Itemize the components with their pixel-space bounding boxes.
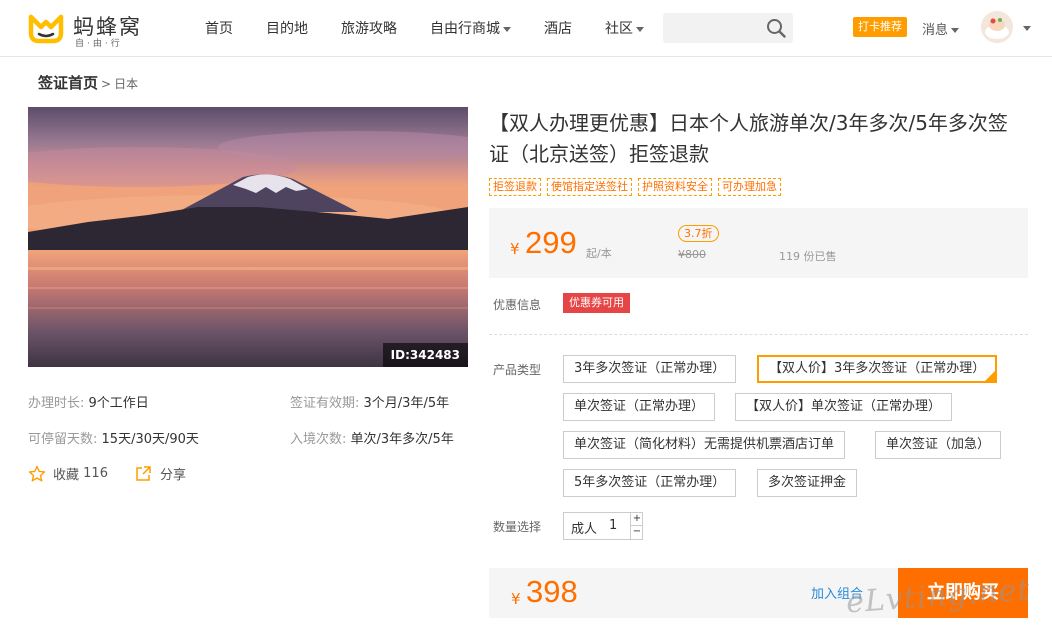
chevron-down-icon — [503, 26, 511, 32]
chevron-down-icon — [951, 28, 960, 33]
logo[interactable]: 蚂蜂窝 自·由·行 — [27, 11, 157, 49]
option-multiple-deposit[interactable]: 多次签证押金 — [757, 469, 858, 497]
favorite-count: 116 — [83, 466, 108, 481]
messages-menu[interactable]: 消息 — [922, 19, 960, 38]
price-value: 299 — [525, 225, 577, 260]
selected-check-icon — [985, 371, 996, 381]
messages-label: 消息 — [922, 23, 949, 38]
nav-community-label: 社区 — [605, 21, 633, 37]
product-type-label: 产品类型 — [493, 363, 542, 377]
total-currency-symbol: ¥ — [511, 590, 521, 608]
chevron-down-icon — [636, 26, 644, 32]
feature-tag: 可办理加急 — [718, 178, 781, 196]
nav-hotel[interactable]: 酒店 — [544, 18, 572, 38]
visa-validity: 签证有效期: 3个月/3年/5年 — [290, 392, 449, 411]
currency-symbol: ¥ — [510, 240, 520, 258]
product-photo: ID:342483 — [28, 107, 468, 367]
price-box: ¥ 299 起/本 3.7折 ¥800 119 份已售 — [489, 208, 1028, 278]
nav-hotel-label: 酒店 — [544, 21, 572, 37]
processing-time-label: 办理时长: — [28, 396, 85, 411]
option-5yr-multiple[interactable]: 5年多次签证（正常办理） — [563, 469, 737, 497]
option-pair-single[interactable]: 【双人价】单次签证（正常办理） — [735, 393, 953, 421]
feature-tag: 使馆指定送签社 — [547, 178, 632, 196]
stay-days-value: 15天/30天/90天 — [101, 432, 199, 447]
option-single-express[interactable]: 单次签证（加急） — [875, 431, 1002, 459]
quantity-label: 数量选择 — [493, 520, 542, 534]
processing-time: 办理时长: 9个工作日 — [28, 392, 149, 411]
chevron-down-icon[interactable] — [1023, 26, 1031, 31]
checkin-button[interactable]: 打卡推荐 — [853, 17, 907, 37]
visa-validity-label: 签证有效期: — [290, 396, 360, 411]
breadcrumb-current: 日本 — [114, 77, 139, 91]
nav-guides[interactable]: 旅游攻略 — [341, 18, 397, 38]
divider — [489, 334, 1028, 335]
increment-button[interactable]: + — [630, 513, 643, 526]
nav-home-label: 首页 — [205, 21, 233, 37]
option-single[interactable]: 单次签证（正常办理） — [563, 393, 716, 421]
avatar-image-icon — [981, 11, 1013, 43]
top-header: 蚂蜂窝 自·由·行 首页 目的地 旅游攻略 自由行商城 酒店 社区 打卡推荐 消… — [0, 0, 1052, 57]
discount-badge: 3.7折 — [678, 225, 719, 242]
entry-count-value: 单次/3年多次/5年 — [350, 432, 454, 447]
favorite-button[interactable]: 收藏 116 — [28, 464, 108, 483]
option-single-simplified[interactable]: 单次签证（简化材料）无需提供机票酒店订单 — [563, 431, 846, 459]
image-id-badge: ID:342483 — [382, 343, 468, 367]
share-icon — [136, 465, 151, 481]
coupon-badge[interactable]: 优惠券可用 — [563, 293, 630, 313]
share-label: 分享 — [160, 468, 187, 483]
quantity-type: 成人 — [571, 522, 598, 537]
option-pair-3yr-multiple-label: 【双人价】3年多次签证（正常办理） — [769, 361, 986, 376]
nav-destinations[interactable]: 目的地 — [266, 18, 308, 38]
mount-fuji-sunset-image — [28, 107, 468, 367]
feature-tag: 护照资料安全 — [638, 178, 712, 196]
processing-time-value: 9个工作日 — [88, 396, 149, 411]
original-price: ¥800 — [678, 248, 706, 261]
feature-tags: 拒签退款 使馆指定送签社 护照资料安全 可办理加急 — [489, 178, 787, 196]
sold-count: 119 份已售 — [779, 250, 837, 263]
search-icon[interactable] — [766, 18, 786, 38]
nav-destinations-label: 目的地 — [266, 21, 308, 37]
entry-count-label: 入境次数: — [290, 432, 347, 447]
quantity-value[interactable]: 1 — [609, 518, 617, 533]
option-pair-3yr-multiple[interactable]: 【双人价】3年多次签证（正常办理） — [757, 355, 998, 383]
quantity-stepper: 成人 1 + − — [563, 512, 643, 540]
nav-community[interactable]: 社区 — [605, 18, 644, 38]
star-icon — [28, 465, 46, 482]
option-3yr-multiple[interactable]: 3年多次签证（正常办理） — [563, 355, 737, 383]
main-nav: 首页 目的地 旅游攻略 自由行商城 酒店 社区 — [205, 18, 677, 38]
coupon-label: 优惠信息 — [493, 298, 542, 312]
product-title: 【双人办理更优惠】日本个人旅游单次/3年多次/5年多次签证（北京送签）拒签退款 — [489, 111, 1008, 166]
breadcrumb-root[interactable]: 签证首页 — [38, 74, 98, 92]
logo-subtitle: 自·由·行 — [75, 39, 123, 49]
nav-mall-label: 自由行商城 — [430, 21, 500, 37]
nav-mall[interactable]: 自由行商城 — [430, 18, 511, 38]
logo-mark-icon — [28, 14, 64, 44]
entry-count: 入境次数: 单次/3年多次/5年 — [290, 428, 454, 447]
breadcrumb: 签证首页 > 日本 — [38, 72, 138, 93]
nav-guides-label: 旅游攻略 — [341, 21, 397, 37]
avatar[interactable] — [981, 11, 1013, 43]
total-price: 398 — [526, 574, 578, 609]
decrement-button[interactable]: − — [630, 526, 643, 539]
share-button[interactable]: 分享 — [134, 464, 186, 483]
visa-validity-value: 3个月/3年/5年 — [363, 396, 450, 411]
price-unit: 起/本 — [586, 247, 612, 260]
feature-tag: 拒签退款 — [489, 178, 541, 196]
favorite-label: 收藏 — [53, 468, 80, 483]
breadcrumb-separator: > — [101, 77, 112, 91]
stay-days: 可停留天数: 15天/30天/90天 — [28, 428, 199, 447]
stay-days-label: 可停留天数: — [28, 432, 98, 447]
nav-home[interactable]: 首页 — [205, 18, 233, 38]
